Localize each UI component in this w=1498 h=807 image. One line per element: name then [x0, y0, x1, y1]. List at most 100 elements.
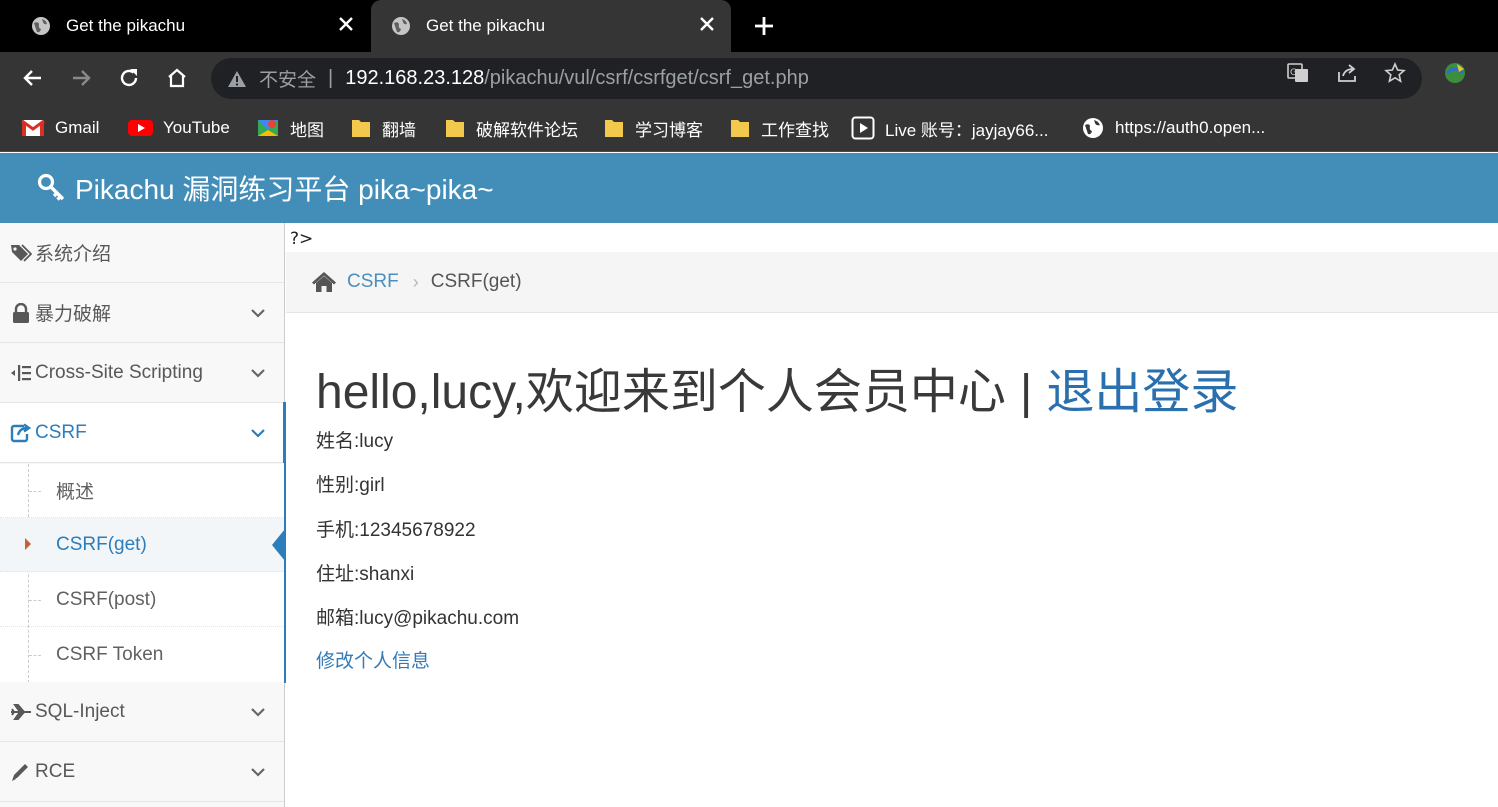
info-address: 住址:shanxi	[316, 564, 415, 585]
browser-toolbar: 不安全 | 192.168.23.128 /pikachu/vul/csrf/c…	[0, 52, 1498, 104]
submenu-item-csrf-post[interactable]: CSRF(post)	[0, 573, 284, 627]
sidebar-item-intro[interactable]: 系统介绍	[0, 223, 284, 283]
new-tab-plus-icon[interactable]	[752, 14, 776, 38]
folder-icon	[605, 120, 623, 137]
bookmark-label: 学习博客	[635, 120, 703, 140]
bookmark-label: Live 账号：jayjay66...	[885, 120, 1049, 140]
share-square-icon	[10, 423, 32, 442]
sidebar: 系统介绍 暴力破解 Cross-Site Scripting CSRF 概述 C…	[0, 223, 286, 807]
welcome-text: hello,lucy,欢迎来到个人会员中心	[316, 366, 1006, 419]
sidebar-item-sqli[interactable]: SQL-Inject	[0, 682, 284, 742]
bookmark-folder[interactable]: 破解软件论坛	[444, 116, 578, 140]
indent-icon	[11, 364, 31, 381]
heading-separator: |	[1019, 366, 1033, 419]
globe-icon	[392, 17, 410, 35]
gmail-icon	[21, 119, 45, 136]
sidebar-item-label: SQL-Inject	[35, 700, 125, 722]
sidebar-item-label: CSRF	[35, 421, 87, 443]
submenu-item-overview[interactable]: 概述	[0, 464, 284, 518]
bookmark-folder[interactable]: 翻墙	[350, 116, 416, 140]
chevron-down-icon	[251, 429, 265, 438]
breadcrumb: CSRF › CSRF(get)	[286, 252, 1498, 313]
svg-text:G: G	[1290, 68, 1297, 78]
submenu-item-csrf-token[interactable]: CSRF Token	[0, 628, 284, 682]
bookmark-folder[interactable]: 工作查找	[729, 116, 829, 140]
pencil-icon	[12, 763, 28, 781]
tree-dash	[29, 491, 41, 492]
bookmark-label: Gmail	[55, 118, 100, 137]
sidebar-item-csrf[interactable]: CSRF	[0, 402, 286, 463]
url-host: 192.168.23.128	[345, 67, 485, 89]
bookmark-label: 破解软件论坛	[476, 120, 578, 140]
tab-title: Get the pikachu	[66, 16, 186, 35]
sidebar-item-rce[interactable]: RCE	[0, 742, 284, 802]
chevron-down-icon	[251, 309, 265, 318]
lock-icon	[13, 302, 29, 323]
forward-arrow-icon[interactable]	[69, 66, 93, 90]
sidebar-item-label: 暴力破解	[35, 304, 112, 325]
bookmark-label: 翻墙	[382, 120, 416, 140]
address-separator: |	[328, 67, 334, 89]
php-residue-text: ?>	[290, 229, 314, 249]
sidebar-item-label: Cross-Site Scripting	[35, 361, 203, 383]
security-status-label: 不安全	[259, 70, 317, 91]
info-gender: 性别:girl	[316, 475, 385, 496]
bookmark-auth0[interactable]: https://auth0.open...	[1081, 116, 1265, 140]
welcome-heading: hello,lucy,欢迎来到个人会员中心 | 退出登录	[316, 352, 1238, 422]
reload-icon[interactable]	[117, 66, 141, 90]
bookmark-label: 地图	[290, 120, 324, 140]
site-navbar: Pikachu 漏洞练习平台 pika~pika~	[0, 153, 1498, 223]
browser-tab-strip: Get the pikachu Get the pikachu	[0, 0, 1498, 52]
key-icon	[37, 173, 65, 201]
chevron-down-icon	[251, 768, 265, 777]
back-arrow-icon[interactable]	[21, 66, 45, 90]
folder-icon	[731, 120, 749, 137]
browser-tab-1[interactable]: Get the pikachu	[0, 0, 370, 52]
close-tab-icon[interactable]	[336, 14, 356, 34]
home-icon	[312, 272, 336, 292]
main-content: ?> CSRF › CSRF(get) hello,lucy,欢迎来到个人会员中…	[286, 223, 1498, 807]
translate-icon[interactable]: G	[1287, 62, 1309, 84]
browser-tab-2-active[interactable]: Get the pikachu	[371, 0, 731, 52]
bookmark-label: YouTube	[163, 118, 230, 137]
breadcrumb-link-csrf[interactable]: CSRF	[347, 271, 399, 293]
tree-dash	[29, 600, 41, 601]
extension-icon[interactable]	[1442, 60, 1468, 86]
chevron-down-icon	[251, 369, 265, 378]
submenu-item-label: CSRF(get)	[56, 533, 147, 555]
tree-dash	[29, 655, 41, 656]
tags-icon	[11, 243, 32, 262]
bookmark-gmail[interactable]: Gmail	[21, 116, 99, 140]
address-bar[interactable]: 不安全 | 192.168.23.128 /pikachu/vul/csrf/c…	[211, 58, 1422, 99]
folder-icon	[446, 120, 464, 137]
maps-icon	[258, 120, 278, 136]
folder-icon	[352, 120, 370, 137]
bookmark-maps[interactable]: 地图	[256, 116, 324, 140]
globe-icon	[32, 17, 50, 35]
bookmark-live[interactable]: Live 账号：jayjay66...	[851, 116, 1048, 140]
edit-profile-link[interactable]: 修改个人信息	[316, 646, 430, 673]
site-brand-title[interactable]: Pikachu 漏洞练习平台 pika~pika~	[75, 168, 494, 208]
submenu-item-label: CSRF(post)	[56, 588, 157, 610]
bookmark-youtube[interactable]: YouTube	[128, 116, 230, 140]
bookmark-star-icon[interactable]	[1384, 62, 1406, 84]
url-path: /pikachu/vul/csrf/csrfget/csrf_get.php	[484, 67, 809, 89]
sidebar-item-bruteforce[interactable]: 暴力破解	[0, 283, 284, 343]
close-tab-icon[interactable]	[697, 14, 717, 34]
bookmark-folder[interactable]: 学习博客	[603, 116, 703, 140]
share-icon[interactable]	[1336, 62, 1358, 84]
sidebar-item-xss[interactable]: Cross-Site Scripting	[0, 343, 284, 403]
globe-icon	[1083, 118, 1103, 138]
sidebar-item-label: RCE	[35, 760, 76, 782]
logout-link[interactable]: 退出登录	[1046, 366, 1238, 419]
bookmark-label: https://auth0.open...	[1115, 118, 1266, 137]
submenu-item-csrf-get[interactable]: CSRF(get)	[0, 518, 284, 572]
submenu-item-label: 概述	[56, 482, 95, 503]
plane-icon	[11, 703, 31, 720]
home-icon[interactable]	[165, 66, 189, 90]
youtube-icon	[128, 120, 153, 136]
caret-right-icon	[25, 538, 31, 550]
info-phone: 手机:12345678922	[316, 520, 476, 541]
bookmark-label: 工作查找	[761, 120, 829, 140]
tab-title: Get the pikachu	[426, 16, 546, 35]
